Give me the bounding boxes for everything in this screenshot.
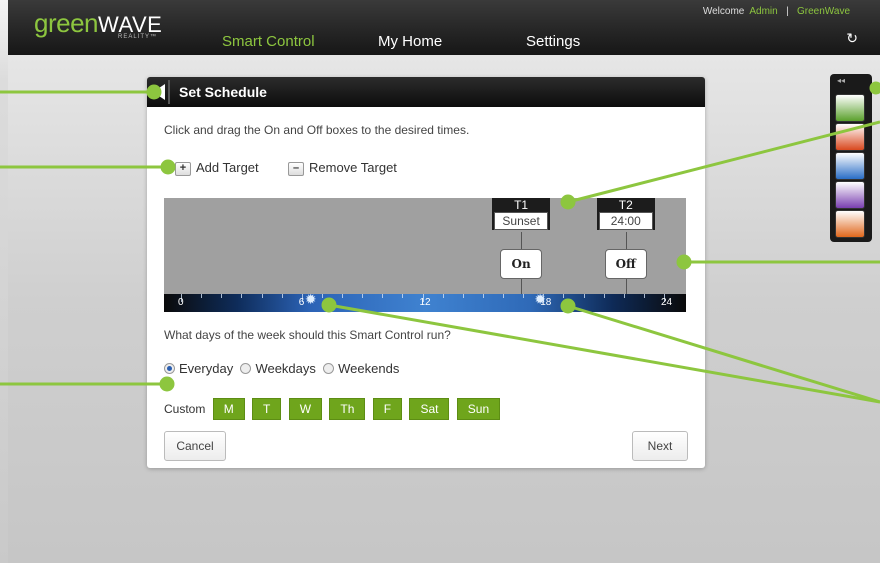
hour-tick: [241, 294, 243, 298]
night-icon[interactable]: [835, 152, 865, 180]
target-time: Sunset: [494, 212, 549, 230]
target-label: T2: [618, 198, 633, 212]
hour-tick: [261, 294, 263, 298]
sunrise-icon: ✹: [304, 291, 317, 307]
remove-target-label: Remove Target: [309, 160, 397, 175]
welcome-label: Welcome: [702, 6, 745, 17]
custom-days-row: Custom M T W Th F Sat Sun: [164, 398, 501, 420]
vacation-icon[interactable]: [835, 210, 865, 238]
hour-tick: [362, 294, 364, 298]
target-time: 24:00: [598, 212, 653, 230]
day-button-tuesday[interactable]: T: [252, 398, 282, 420]
welcome-text: Welcome Admin | GreenWave: [703, 6, 850, 17]
radio-button[interactable]: [164, 363, 175, 375]
hour-tick: [623, 294, 625, 298]
day-button-thursday[interactable]: Th: [329, 398, 366, 420]
day-button-sunday[interactable]: Sun: [456, 398, 501, 420]
custom-label: Custom: [164, 402, 206, 416]
radio-button[interactable]: [323, 363, 335, 375]
hour-bar: 0 6 12 18 24 ✹ ✹: [164, 291, 686, 312]
day-radio-group: Everyday Weekdays Weekends: [164, 361, 399, 376]
target-t1[interactable]: T1 Sunset: [492, 198, 551, 230]
hour-label: 6: [298, 297, 305, 308]
hour-label: 0: [178, 297, 184, 308]
schedule-timeline[interactable]: 0 6 12 18 24 ✹ ✹ T1 Sunset On T2 24:00 Off: [164, 198, 686, 312]
nav-smart-control[interactable]: Smart Control: [222, 33, 315, 50]
hour-tick: [563, 294, 565, 298]
page-background: greenWAVE REALITY™ Smart Control My Home…: [0, 0, 880, 563]
divider: [168, 80, 170, 104]
radio-weekdays[interactable]: Weekdays: [240, 361, 316, 376]
hour-label: 12: [419, 297, 431, 308]
minus-icon: –: [288, 161, 304, 176]
dialog-title: Set Schedule: [179, 84, 267, 100]
back-arrow-icon[interactable]: [153, 84, 165, 100]
hour-tick: [503, 294, 504, 298]
day-button-monday[interactable]: M: [212, 398, 245, 420]
dialog-header: Set Schedule: [147, 77, 705, 107]
hour-tick: [402, 294, 404, 298]
day-button-wednesday[interactable]: W: [288, 398, 323, 420]
set-schedule-dialog: Set Schedule Click and drag the On and O…: [147, 77, 705, 468]
radio-label: Weekdays: [255, 361, 316, 376]
radio-label: Everyday: [179, 361, 234, 376]
user-link[interactable]: Admin: [749, 6, 777, 17]
org-link[interactable]: GreenWave: [797, 6, 850, 17]
radio-everyday[interactable]: Everyday: [164, 361, 233, 376]
hour-tick: [603, 294, 605, 298]
remove-target-button[interactable]: – Remove Target: [288, 160, 397, 176]
hour-tick: [442, 294, 444, 298]
hour-tick: [321, 294, 323, 298]
refresh-icon[interactable]: ↻: [846, 30, 858, 47]
mode-toolbar: ◂◂: [830, 74, 872, 242]
separator: |: [786, 6, 789, 17]
hour-label: 24: [661, 297, 673, 308]
hour-tick: [482, 294, 484, 298]
timer-icon[interactable]: [835, 181, 865, 209]
instructions-text: Click and drag the On and Off boxes to t…: [164, 123, 470, 137]
off-toggle-button[interactable]: Off: [604, 249, 647, 279]
day-button-friday[interactable]: F: [372, 398, 403, 420]
day-button-saturday[interactable]: Sat: [409, 398, 450, 420]
target-t2[interactable]: T2 24:00: [596, 198, 655, 230]
hour-tick: [221, 294, 223, 298]
hour-tick: [462, 294, 464, 298]
hour-tick: [382, 294, 384, 298]
away-icon[interactable]: [835, 123, 865, 151]
logo-subtitle: REALITY™: [118, 34, 158, 40]
on-toggle-button[interactable]: On: [500, 249, 543, 279]
next-button[interactable]: Next: [632, 431, 688, 461]
days-question: What days of the week should this Smart …: [164, 328, 451, 342]
hour-tick: [523, 294, 525, 298]
nav-settings[interactable]: Settings: [526, 33, 580, 50]
radio-weekends[interactable]: Weekends: [323, 361, 399, 376]
hour-tick: [643, 294, 645, 298]
hour-tick: [583, 294, 585, 298]
radio-label: Weekends: [338, 361, 400, 376]
add-target-label: Add Target: [196, 160, 259, 175]
top-navigation-bar: greenWAVE REALITY™ Smart Control My Home…: [8, 0, 880, 55]
plus-icon: +: [175, 161, 191, 176]
nav-my-home[interactable]: My Home: [378, 33, 442, 50]
hour-tick: [281, 294, 283, 298]
target-label: T1: [514, 198, 529, 212]
collapse-icon[interactable]: ◂◂: [837, 76, 845, 85]
cancel-button[interactable]: Cancel: [164, 431, 226, 461]
add-target-button[interactable]: + Add Target: [175, 160, 259, 176]
hour-tick: [201, 294, 203, 298]
sunset-icon: ✹: [534, 291, 546, 307]
home-icon[interactable]: [835, 94, 865, 122]
radio-button[interactable]: [240, 363, 252, 375]
hour-tick: [342, 294, 343, 298]
